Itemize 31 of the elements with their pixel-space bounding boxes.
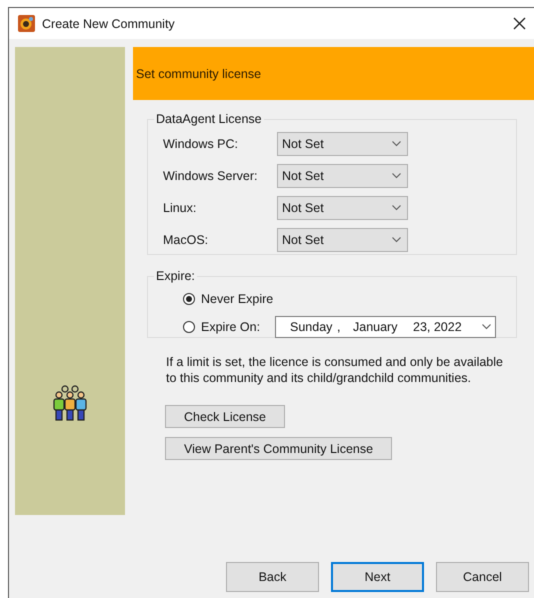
header-title: Set community license (136, 66, 262, 80)
radio-label[interactable]: Expire On: (201, 320, 275, 334)
license-dropdown[interactable]: Not Set (277, 164, 408, 188)
radio-button[interactable] (183, 293, 195, 305)
chevron-down-icon (392, 205, 401, 211)
group-title: DataAgent License (155, 112, 263, 126)
field-label: Windows Server: (163, 169, 258, 183)
radio-button[interactable] (183, 321, 195, 333)
nav-button[interactable]: Next (331, 562, 424, 592)
license-dropdown[interactable]: Not Set (277, 228, 408, 252)
window-title: Create New Community (42, 16, 176, 30)
people-group-icon (51, 384, 89, 422)
nav-button[interactable]: Back (226, 562, 319, 592)
field-label: Windows PC: (163, 137, 240, 151)
chevron-down-icon (392, 173, 401, 179)
license-dropdown[interactable]: Not Set (277, 196, 408, 220)
date-picker[interactable]: Sunday , January 23, 2022 (275, 316, 496, 338)
action-button[interactable]: Check License (165, 405, 285, 428)
chevron-down-icon (392, 237, 401, 243)
nav-button[interactable]: Cancel (436, 562, 529, 592)
field-label: MacOS: (163, 233, 210, 247)
field-label: Linux: (163, 201, 198, 215)
app-icon (18, 15, 35, 32)
group-title: Expire: (155, 269, 196, 283)
license-dropdown[interactable]: Not Set (277, 132, 408, 156)
radio-label[interactable]: Never Expire (201, 292, 275, 306)
chevron-down-icon (482, 324, 491, 330)
action-button[interactable]: View Parent's Community License (165, 437, 392, 460)
close-icon[interactable] (513, 17, 526, 30)
chevron-down-icon (392, 141, 401, 147)
license-note: If a limit is set, the licence is consumed and only be available to this community and its child/grandchild communities. (166, 354, 504, 386)
